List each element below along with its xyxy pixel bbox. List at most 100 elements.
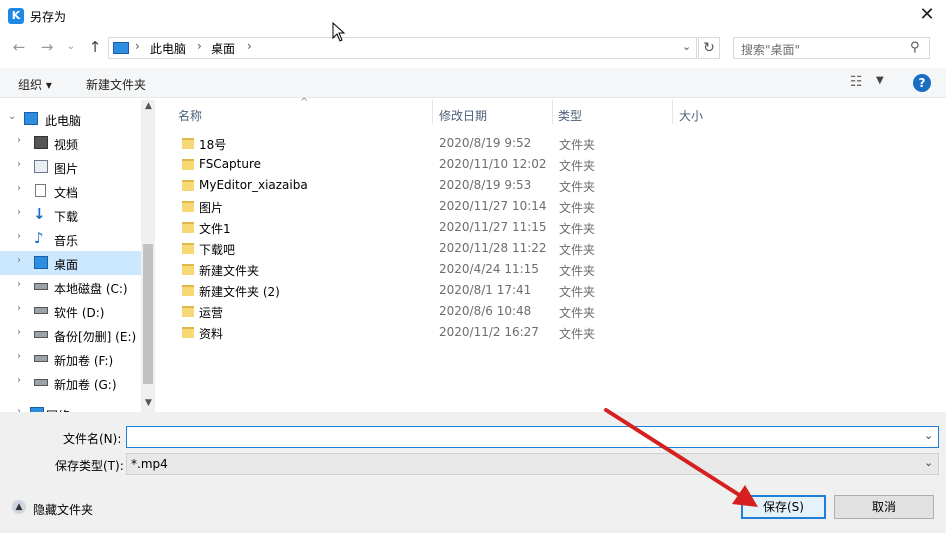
- file-name: MyEditor_xiazaiba: [199, 178, 308, 192]
- back-icon[interactable]: ←: [10, 38, 28, 56]
- search-icon: ⚲: [910, 40, 920, 55]
- chevron-right-icon[interactable]: ›: [17, 255, 21, 266]
- column-name[interactable]: 名称: [178, 107, 202, 124]
- help-icon[interactable]: ?: [913, 74, 931, 92]
- chevron-right-icon[interactable]: ›: [17, 135, 21, 146]
- up-icon[interactable]: ↑: [86, 38, 104, 56]
- close-icon[interactable]: ✕: [916, 4, 938, 26]
- view-options-icon[interactable]: ☷: [850, 74, 863, 90]
- file-row[interactable]: 新建文件夹 2020/4/24 11:15 文件夹: [158, 259, 938, 280]
- hide-folders-toggle[interactable]: 隐藏文件夹: [33, 501, 93, 518]
- column-divider[interactable]: [432, 100, 433, 124]
- sort-ascending-icon: ^: [300, 97, 309, 108]
- folder-icon: [182, 201, 194, 212]
- nav-item-pictures[interactable]: › 图片: [0, 155, 142, 179]
- file-type: 文件夹: [559, 138, 596, 152]
- scroll-up-icon[interactable]: ▲: [145, 101, 152, 111]
- pc-icon: [113, 42, 129, 54]
- file-row[interactable]: MyEditor_xiazaiba 2020/8/19 9:53 文件夹: [158, 175, 938, 196]
- file-row[interactable]: 资料 2020/11/2 16:27 文件夹: [158, 322, 938, 343]
- file-date: 2020/8/1 17:41: [439, 283, 532, 297]
- nav-label: 文档: [54, 186, 79, 200]
- column-divider[interactable]: [552, 100, 553, 124]
- chevron-down-icon[interactable]: ⌄: [924, 429, 933, 442]
- address-bar[interactable]: › 此电脑 › 桌面 › ⌄: [108, 37, 697, 59]
- chevron-down-icon[interactable]: ⌄: [924, 456, 933, 469]
- nav-label: 本地磁盘 (C:): [54, 282, 128, 296]
- folder-icon: [182, 285, 194, 296]
- mouse-cursor-icon: [332, 22, 346, 42]
- pc-icon: [24, 112, 38, 125]
- file-type: 文件夹: [559, 201, 596, 215]
- save-button[interactable]: 保存(S): [741, 495, 826, 519]
- video-icon: [34, 136, 48, 149]
- view-dropdown-icon[interactable]: ▼: [876, 75, 884, 86]
- filename-field[interactable]: ⌄: [126, 426, 939, 448]
- nav-label: 桌面: [54, 258, 79, 272]
- window-title: 另存为: [30, 10, 67, 24]
- nav-item-downloads[interactable]: › ↓ 下载: [0, 203, 142, 227]
- file-row[interactable]: 新建文件夹 (2) 2020/8/1 17:41 文件夹: [158, 280, 938, 301]
- organize-button[interactable]: 组织 ▾: [18, 76, 52, 93]
- chevron-right-icon: ›: [247, 39, 252, 53]
- folder-icon: [182, 264, 194, 275]
- filetype-select[interactable]: *.mp4 ⌄: [126, 453, 939, 475]
- column-date[interactable]: 修改日期: [439, 107, 487, 124]
- new-folder-button[interactable]: 新建文件夹: [86, 76, 146, 93]
- nav-item-drive-e[interactable]: › 备份[勿删] (E:): [0, 323, 142, 347]
- breadcrumb-this-pc[interactable]: 此电脑: [150, 40, 186, 57]
- column-divider[interactable]: [672, 100, 673, 124]
- nav-item-videos[interactable]: › 视频: [0, 131, 142, 155]
- file-row[interactable]: 运营 2020/8/6 10:48 文件夹: [158, 301, 938, 322]
- chevron-right-icon[interactable]: ›: [17, 375, 21, 386]
- column-size[interactable]: 大小: [679, 107, 703, 124]
- drive-icon: [34, 355, 48, 362]
- cancel-button[interactable]: 取消: [834, 495, 934, 519]
- nav-scrollbar-thumb[interactable]: [143, 244, 153, 384]
- desktop-icon: [34, 256, 48, 269]
- nav-item-this-pc[interactable]: ⌄ 此电脑: [0, 107, 142, 131]
- column-type[interactable]: 类型: [558, 107, 582, 124]
- file-name: FSCapture: [199, 157, 262, 171]
- chevron-right-icon[interactable]: ›: [17, 207, 21, 218]
- nav-item-drive-d[interactable]: › 软件 (D:): [0, 299, 142, 323]
- chevron-down-icon[interactable]: ⌄: [682, 40, 691, 53]
- search-input[interactable]: 搜索"桌面": [741, 41, 800, 58]
- nav-item-documents[interactable]: › 文档: [0, 179, 142, 203]
- forward-icon[interactable]: →: [38, 38, 56, 56]
- search-box[interactable]: 搜索"桌面" ⚲: [733, 37, 930, 59]
- file-date: 2020/11/27 10:14: [439, 199, 547, 213]
- chevron-right-icon: ›: [135, 39, 140, 53]
- chevron-right-icon[interactable]: ›: [17, 183, 21, 194]
- nav-item-drive-f[interactable]: › 新加卷 (F:): [0, 347, 142, 371]
- file-name: 新建文件夹: [199, 264, 260, 278]
- file-row[interactable]: FSCapture 2020/11/10 12:02 文件夹: [158, 154, 938, 175]
- collapse-up-icon[interactable]: ▲: [12, 500, 26, 514]
- chevron-right-icon[interactable]: ›: [17, 279, 21, 290]
- scroll-down-icon[interactable]: ▼: [145, 398, 152, 408]
- file-row[interactable]: 文件1 2020/11/27 11:15 文件夹: [158, 217, 938, 238]
- file-row[interactable]: 下载吧 2020/11/28 11:22 文件夹: [158, 238, 938, 259]
- expand-down-icon[interactable]: ⌄: [8, 111, 16, 122]
- nav-item-music[interactable]: › ♪ 音乐: [0, 227, 142, 251]
- drive-icon: [34, 379, 48, 386]
- nav-item-drive-c[interactable]: › 本地磁盘 (C:): [0, 275, 142, 299]
- recent-chevron-icon[interactable]: ⌄: [62, 38, 80, 56]
- refresh-button[interactable]: ↻: [698, 37, 720, 59]
- nav-item-drive-g[interactable]: › 新加卷 (G:): [0, 371, 142, 395]
- breadcrumb-desktop[interactable]: 桌面: [211, 40, 235, 57]
- file-name: 下载吧: [199, 243, 236, 257]
- chevron-right-icon[interactable]: ›: [17, 159, 21, 170]
- app-icon: K: [8, 8, 24, 24]
- chevron-right-icon[interactable]: ›: [17, 327, 21, 338]
- picture-icon: [34, 160, 48, 173]
- chevron-right-icon[interactable]: ›: [17, 231, 21, 242]
- chevron-right-icon[interactable]: ›: [17, 303, 21, 314]
- chevron-right-icon[interactable]: ›: [17, 351, 21, 362]
- file-row[interactable]: 18号 2020/8/19 9:52 文件夹: [158, 133, 938, 154]
- nav-item-desktop[interactable]: › 桌面: [0, 251, 142, 275]
- nav-item-network[interactable]: › 网络: [0, 402, 142, 412]
- file-row[interactable]: 图片 2020/11/27 10:14 文件夹: [158, 196, 938, 217]
- drive-icon: [34, 307, 48, 314]
- nav-label: 软件 (D:): [54, 306, 105, 320]
